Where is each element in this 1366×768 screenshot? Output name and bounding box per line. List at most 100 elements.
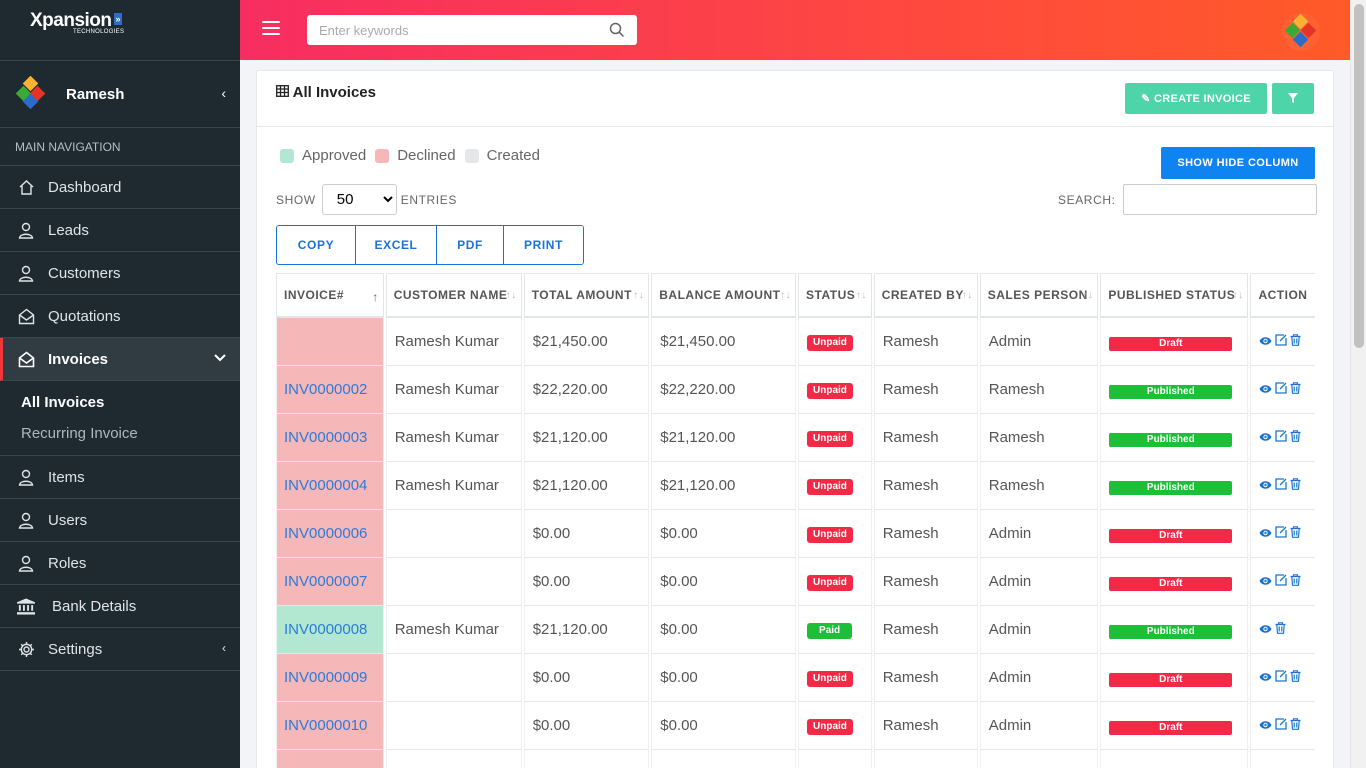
cell-invoice: INV0000002 xyxy=(276,366,384,414)
gear-icon xyxy=(17,640,35,658)
brand-logo[interactable]: Xpansion» TECHNOLOGIES xyxy=(0,0,240,60)
cell-total-amount: $21,120.00 xyxy=(523,414,650,462)
search-input[interactable] xyxy=(307,15,597,45)
sidebar-item-roles[interactable]: Roles xyxy=(0,542,240,585)
edit-icon[interactable] xyxy=(1275,573,1288,590)
legend-approved: Approved xyxy=(280,147,366,164)
sidebar-subitem-recurring-invoice[interactable]: Recurring Invoice xyxy=(0,418,240,449)
edit-icon[interactable] xyxy=(1275,333,1288,350)
delete-icon[interactable] xyxy=(1275,621,1286,638)
invoice-link[interactable]: INV0000010 xyxy=(284,717,367,734)
entries-select[interactable]: 50 xyxy=(321,184,397,215)
page-scrollbar[interactable] xyxy=(1350,0,1366,768)
sidebar-item-label: Customers xyxy=(48,264,121,282)
delete-icon[interactable] xyxy=(1290,477,1301,494)
edit-icon[interactable] xyxy=(1275,669,1288,686)
delete-icon[interactable] xyxy=(1290,381,1301,398)
column-header-created-by[interactable]: CREATED BY ↑↓ xyxy=(873,273,978,318)
cell-sales-person: Admin xyxy=(979,510,1099,558)
edit-icon[interactable] xyxy=(1275,525,1288,542)
brand-name: Xpansion xyxy=(30,10,112,31)
invoice-link[interactable]: INV0000008 xyxy=(284,621,367,638)
column-header-invoice[interactable]: INVOICE# ↑ xyxy=(276,273,384,318)
table-search-input[interactable] xyxy=(1122,184,1317,215)
search-icon[interactable] xyxy=(609,22,625,41)
column-header-status[interactable]: STATUS ↑↓ xyxy=(798,273,872,318)
cell-action xyxy=(1250,606,1315,654)
status-badge: Paid xyxy=(807,623,853,639)
cell-customer-name: Ramesh Kumar xyxy=(385,606,522,654)
cell-published-status: Draft xyxy=(1100,702,1249,750)
invoice-link[interactable]: INV0000009 xyxy=(284,669,367,686)
view-icon[interactable] xyxy=(1259,333,1272,350)
sidebar-item-items[interactable]: Items xyxy=(0,456,240,499)
delete-icon[interactable] xyxy=(1290,333,1301,350)
column-header-sales-person[interactable]: SALES PERSON ↑↓ xyxy=(979,273,1099,318)
pdf-button[interactable]: PDF xyxy=(437,226,504,264)
sidebar-collapse-icon[interactable]: ‹ xyxy=(221,85,226,101)
delete-icon[interactable] xyxy=(1290,573,1301,590)
column-header-label: STATUS xyxy=(806,288,856,302)
column-header-total-amount[interactable]: TOTAL AMOUNT ↑↓ xyxy=(523,273,650,318)
invoice-link[interactable]: INV0000002 xyxy=(284,381,367,398)
edit-icon[interactable] xyxy=(1275,717,1288,734)
show-label: SHOW xyxy=(276,192,316,207)
sidebar-item-dashboard[interactable]: Dashboard xyxy=(0,166,240,209)
filter-button[interactable] xyxy=(1272,83,1314,114)
view-icon[interactable] xyxy=(1259,477,1272,494)
sidebar-item-invoices[interactable]: Invoices xyxy=(0,338,240,381)
print-button[interactable]: PRINT xyxy=(504,226,583,264)
status-badge: Unpaid xyxy=(807,479,853,495)
sidebar-item-customers[interactable]: Customers xyxy=(0,252,240,295)
scrollbar-thumb[interactable] xyxy=(1354,4,1364,348)
cell-customer-name: Ramesh Kumar xyxy=(385,318,522,366)
edit-icon[interactable] xyxy=(1275,429,1288,446)
sidebar-item-bank-details[interactable]: Bank Details xyxy=(0,585,240,628)
envelope-icon xyxy=(17,350,35,368)
view-icon[interactable] xyxy=(1259,429,1272,446)
column-header-published-status[interactable]: PUBLISHED STATUS ↑↓ xyxy=(1100,273,1249,318)
view-icon[interactable] xyxy=(1259,381,1272,398)
invoice-link[interactable]: INV0000007 xyxy=(284,573,367,590)
edit-icon[interactable] xyxy=(1275,477,1288,494)
user-avatar[interactable] xyxy=(1280,12,1322,55)
view-icon[interactable] xyxy=(1259,717,1272,734)
create-invoice-button[interactable]: ✎ CREATE INVOICE xyxy=(1125,83,1267,114)
edit-icon[interactable] xyxy=(1275,381,1288,398)
invoice-link[interactable]: INV0000006 xyxy=(284,525,367,542)
copy-button[interactable]: COPY xyxy=(277,226,356,264)
user-icon xyxy=(17,511,35,529)
table-header-row: INVOICE# ↑ CUSTOMER NAME ↑↓ TOTAL AMOUNT ↑↓… xyxy=(276,273,1315,318)
view-icon[interactable] xyxy=(1259,525,1272,542)
cell-sales-person: Admin xyxy=(979,654,1099,702)
excel-button[interactable]: EXCEL xyxy=(356,226,437,264)
page-length-control: SHOW 50 ENTRIES xyxy=(276,184,457,215)
column-header-customer-name[interactable]: CUSTOMER NAME ↑↓ xyxy=(385,273,522,318)
menu-toggle-icon[interactable] xyxy=(262,21,280,35)
cell-published-status: Published xyxy=(1100,366,1249,414)
view-icon[interactable] xyxy=(1259,669,1272,686)
delete-icon[interactable] xyxy=(1290,669,1301,686)
cell-total-amount xyxy=(523,750,650,768)
cell-created-by: Ramesh xyxy=(873,654,978,702)
sidebar-item-quotations[interactable]: Quotations xyxy=(0,295,240,338)
show-hide-column-button[interactable]: SHOW HIDE COLUMN xyxy=(1161,147,1315,179)
cell-customer-name: Ramesh Kumar xyxy=(385,462,522,510)
sort-icon: ↑↓ xyxy=(505,290,517,301)
column-header-balance-amount[interactable]: BALANCE AMOUNT ↑↓ xyxy=(651,273,797,318)
delete-icon[interactable] xyxy=(1290,717,1301,734)
status-badge: Unpaid xyxy=(807,335,853,351)
invoice-link[interactable]: INV0000004 xyxy=(284,477,367,494)
sidebar-item-leads[interactable]: Leads xyxy=(0,209,240,252)
invoice-link[interactable]: INV0000003 xyxy=(284,429,367,446)
delete-icon[interactable] xyxy=(1290,429,1301,446)
view-icon[interactable] xyxy=(1259,573,1272,590)
sidebar-item-users[interactable]: Users xyxy=(0,499,240,542)
view-icon[interactable] xyxy=(1259,621,1272,638)
sidebar-item-settings[interactable]: Settings ‹ xyxy=(0,628,240,671)
delete-icon[interactable] xyxy=(1290,525,1301,542)
table-row: Ramesh Kumar $21,450.00 $21,450.00 Unpaid Ra… xyxy=(276,318,1315,366)
sort-icon: ↑↓ xyxy=(633,290,645,301)
sidebar-subitem-all-invoices[interactable]: All Invoices xyxy=(0,387,240,418)
cell-balance-amount: $21,120.00 xyxy=(651,414,797,462)
